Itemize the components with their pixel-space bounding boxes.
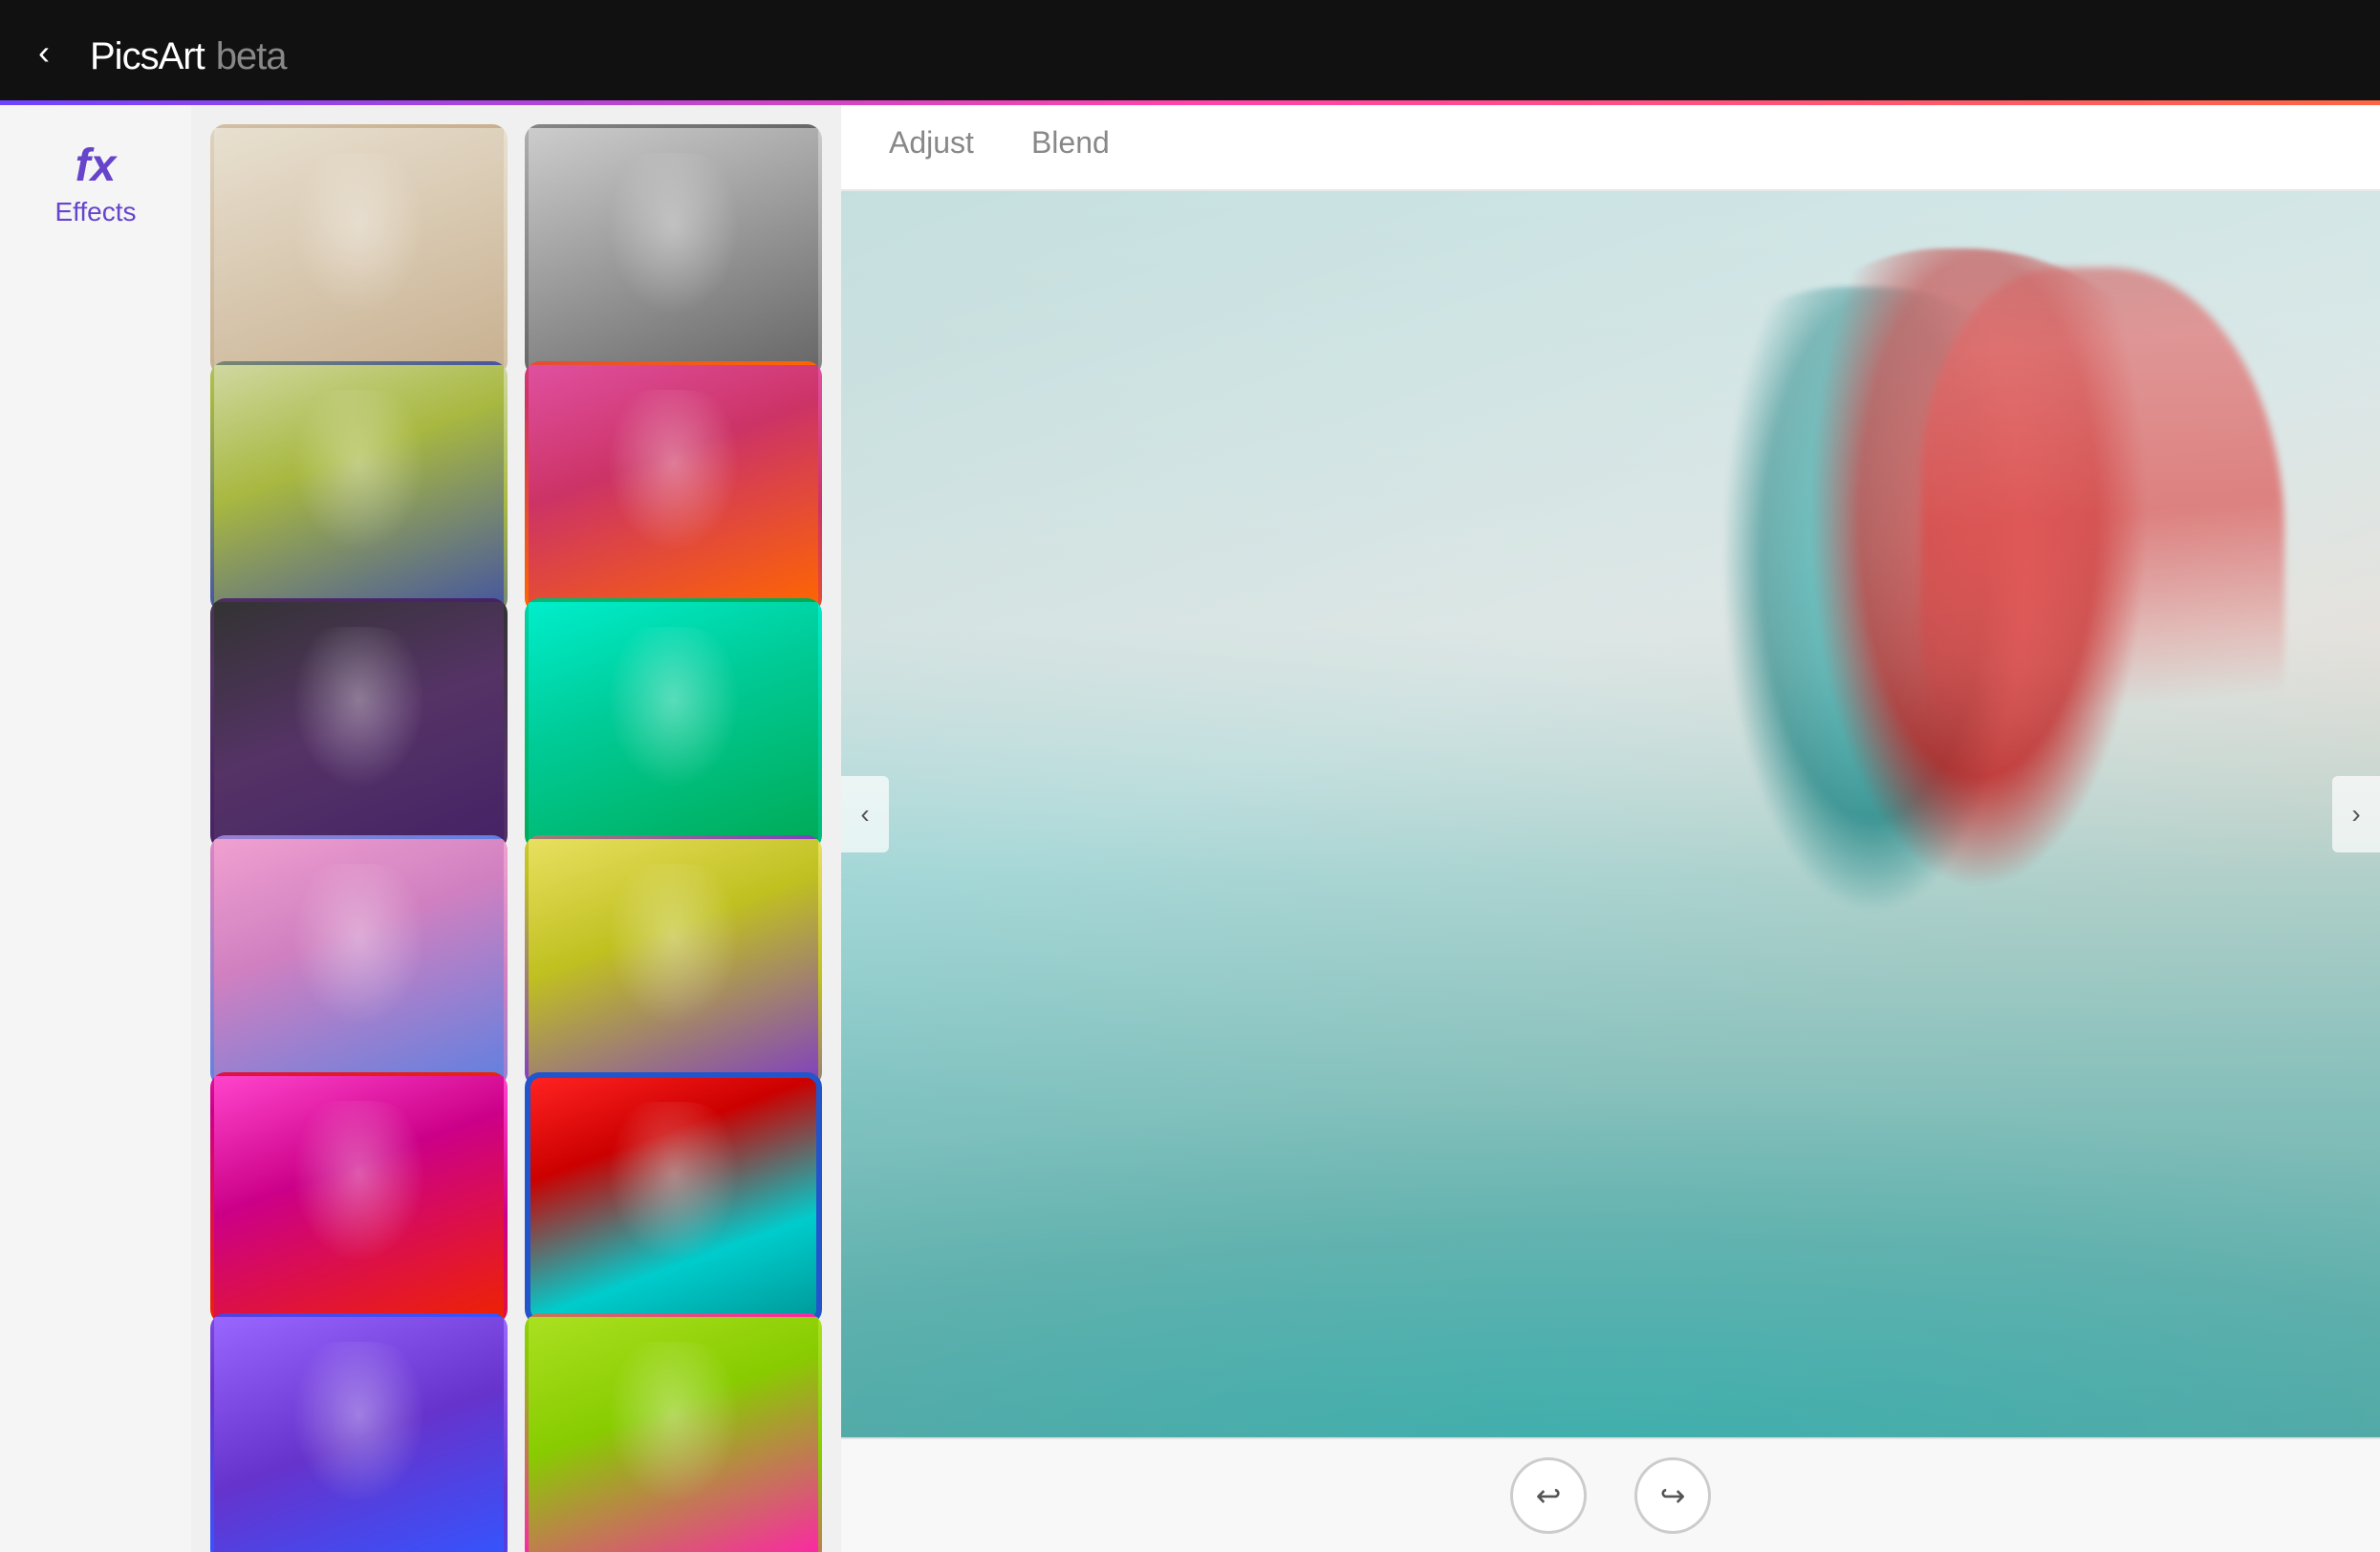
thumbnail-10[interactable]: [210, 1313, 508, 1552]
main-layout: fx Effects Adjust Blend: [0, 105, 2380, 1552]
thumbnail-6[interactable]: [210, 835, 508, 1088]
logo-name: PicsArt: [90, 35, 205, 77]
thumbnail-0[interactable]: [210, 124, 508, 377]
main-preview: ‹ ›: [841, 191, 2380, 1437]
undo-button[interactable]: ↩: [1510, 1457, 1587, 1534]
redo-button[interactable]: ↪: [1634, 1457, 1711, 1534]
thumbnail-1[interactable]: [525, 124, 822, 377]
right-panel: Adjust Blend ‹: [841, 105, 2380, 1552]
thumbnail-4[interactable]: [210, 598, 508, 851]
tab-blend[interactable]: Blend: [1031, 125, 1110, 170]
fx-icon: fx: [76, 143, 117, 189]
thumbnail-5[interactable]: [525, 598, 822, 851]
thumbnail-11[interactable]: [525, 1313, 822, 1552]
effects-label: Effects: [54, 197, 136, 227]
sidebar: fx Effects: [0, 105, 191, 1552]
collapse-left-button[interactable]: ‹: [841, 776, 889, 852]
undo-icon: ↩: [1536, 1477, 1562, 1514]
bottom-bar: ↩ ↪: [841, 1437, 2380, 1552]
thumbnail-7[interactable]: [525, 835, 822, 1088]
canvas-area: ‹ ›: [841, 191, 2380, 1437]
back-button[interactable]: ‹: [38, 35, 50, 70]
tabs-bar: Adjust Blend: [841, 105, 2380, 191]
thumbnail-9[interactable]: [525, 1072, 822, 1325]
tab-adjust[interactable]: Adjust: [889, 125, 974, 170]
redo-icon: ↪: [1660, 1477, 1686, 1514]
thumbnail-3[interactable]: [525, 361, 822, 614]
thumbnails-panel: [191, 105, 841, 1552]
logo-badge: beta: [216, 35, 287, 77]
collapse-right-button[interactable]: ›: [2332, 776, 2380, 852]
thumbnail-2[interactable]: [210, 361, 508, 614]
flowers-front: [841, 876, 2380, 1437]
thumbnail-8[interactable]: [210, 1072, 508, 1325]
app-header: ‹ PicsArt beta: [0, 0, 2380, 105]
app-logo: PicsArt beta: [78, 24, 287, 81]
